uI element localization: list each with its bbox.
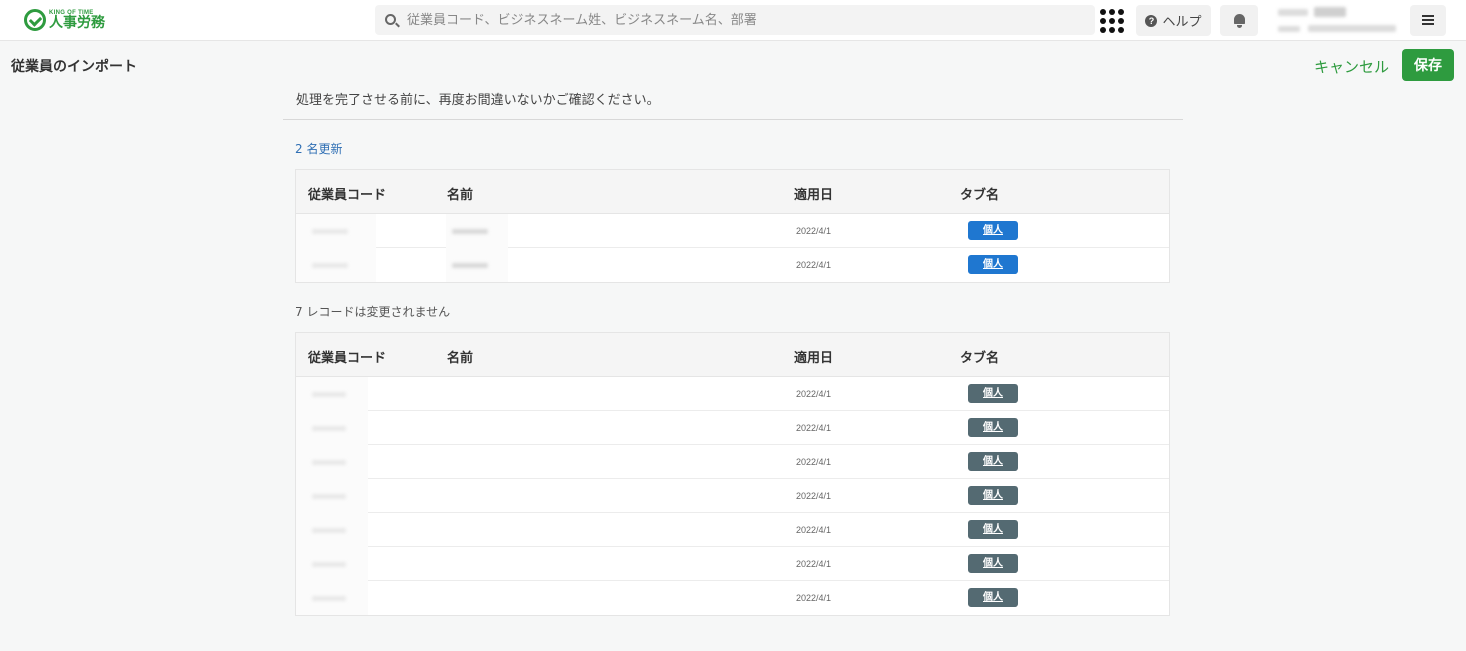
- search-bar: [375, 5, 1095, 35]
- table-header: 従業員コード 名前 適用日 タブ名: [296, 170, 1169, 214]
- col-header-tab: タブ名: [960, 188, 1000, 203]
- employee-code-blurred: [296, 547, 368, 581]
- table-row: 2022/4/1 個人: [296, 445, 1169, 479]
- table-row: 2022/4/1 個人: [296, 581, 1169, 615]
- cancel-link[interactable]: キャンセル: [1314, 56, 1389, 77]
- search-icon: [385, 14, 396, 25]
- help-label: ヘルプ: [1162, 15, 1202, 30]
- user-company-blurred: [1278, 9, 1308, 16]
- user-name-blurred: [1314, 7, 1346, 17]
- apply-date: 2022/4/1: [796, 423, 832, 433]
- table-row: 2022/4/1 個人: [296, 411, 1169, 445]
- tab-name-tag[interactable]: 個人: [968, 418, 1018, 437]
- employee-code-blurred: [296, 479, 368, 513]
- col-header-name: 名前: [447, 351, 474, 366]
- hamburger-icon: [1422, 15, 1434, 25]
- table-row: 2022/4/1 個人: [296, 547, 1169, 581]
- divider: [283, 119, 1183, 120]
- logo-main-text: 人事労務: [49, 15, 105, 31]
- save-button[interactable]: 保存: [1402, 49, 1454, 81]
- col-header-date: 適用日: [794, 188, 834, 203]
- tab-name-tag[interactable]: 個人: [968, 255, 1018, 274]
- question-icon: ?: [1145, 14, 1158, 27]
- logo-check-icon: [24, 9, 46, 31]
- employee-code-blurred: [296, 445, 368, 479]
- apply-date: 2022/4/1: [796, 226, 832, 236]
- employee-code-blurred: [296, 411, 368, 445]
- menu-button[interactable]: [1410, 5, 1446, 36]
- tab-name-tag[interactable]: 個人: [968, 520, 1018, 539]
- col-header-tab: タブ名: [960, 351, 1000, 366]
- employee-name-blurred: [446, 248, 508, 282]
- col-header-name: 名前: [447, 188, 474, 203]
- table-row: 2022/4/1 個人: [296, 214, 1169, 248]
- employee-code-blurred: [296, 377, 368, 411]
- tab-name-tag[interactable]: 個人: [968, 588, 1018, 607]
- table-row: 2022/4/1 個人: [296, 377, 1169, 411]
- apply-date: 2022/4/1: [796, 389, 832, 399]
- unchanged-table: 従業員コード 名前 適用日 タブ名 2022/4/1 個人 2022/4/1 個…: [295, 332, 1170, 616]
- apply-date: 2022/4/1: [796, 260, 832, 270]
- tab-name-tag[interactable]: 個人: [968, 452, 1018, 471]
- page-title: 従業員のインポート: [11, 59, 137, 75]
- employee-code-blurred: [296, 513, 368, 547]
- apply-date: 2022/4/1: [796, 491, 832, 501]
- employee-name-blurred: [446, 214, 508, 248]
- apply-date: 2022/4/1: [796, 559, 832, 569]
- col-header-date: 適用日: [794, 351, 834, 366]
- search-input[interactable]: [407, 5, 1087, 35]
- tab-name-tag[interactable]: 個人: [968, 486, 1018, 505]
- table-header: 従業員コード 名前 適用日 タブ名: [296, 333, 1169, 377]
- employee-code-blurred: [296, 248, 376, 282]
- employee-code-blurred: [296, 214, 376, 248]
- user-info[interactable]: [1268, 4, 1404, 38]
- unchanged-count-label: 7 レコードは変更されません: [295, 305, 451, 319]
- table-row: 2022/4/1 個人: [296, 513, 1169, 547]
- user-org-blurred: [1308, 25, 1396, 32]
- tab-name-tag[interactable]: 個人: [968, 554, 1018, 573]
- col-header-code: 従業員コード: [308, 351, 387, 366]
- tab-name-tag[interactable]: 個人: [968, 221, 1018, 240]
- apply-date: 2022/4/1: [796, 593, 832, 603]
- col-header-code: 従業員コード: [308, 188, 387, 203]
- help-button[interactable]: ? ヘルプ: [1136, 5, 1211, 36]
- table-row: 2022/4/1 個人: [296, 479, 1169, 513]
- apps-grid-icon[interactable]: [1100, 9, 1124, 33]
- tab-name-tag[interactable]: 個人: [968, 384, 1018, 403]
- table-row: 2022/4/1 個人: [296, 248, 1169, 282]
- apply-date: 2022/4/1: [796, 525, 832, 535]
- top-bar: KING OF TIME 人事労務 ? ヘルプ: [0, 0, 1466, 41]
- employee-code-blurred: [296, 581, 368, 615]
- updated-table: 従業員コード 名前 適用日 タブ名 2022/4/1 個人 2022/4/1 個…: [295, 169, 1170, 283]
- updated-count-label: 2 名更新: [295, 142, 343, 156]
- user-role-blurred: [1278, 26, 1300, 32]
- bell-icon: [1234, 14, 1245, 28]
- notifications-button[interactable]: [1220, 5, 1258, 36]
- apply-date: 2022/4/1: [796, 457, 832, 467]
- confirm-message: 処理を完了させる前に、再度お間違いないかご確認ください。: [296, 93, 660, 108]
- app-logo[interactable]: KING OF TIME 人事労務: [24, 7, 105, 33]
